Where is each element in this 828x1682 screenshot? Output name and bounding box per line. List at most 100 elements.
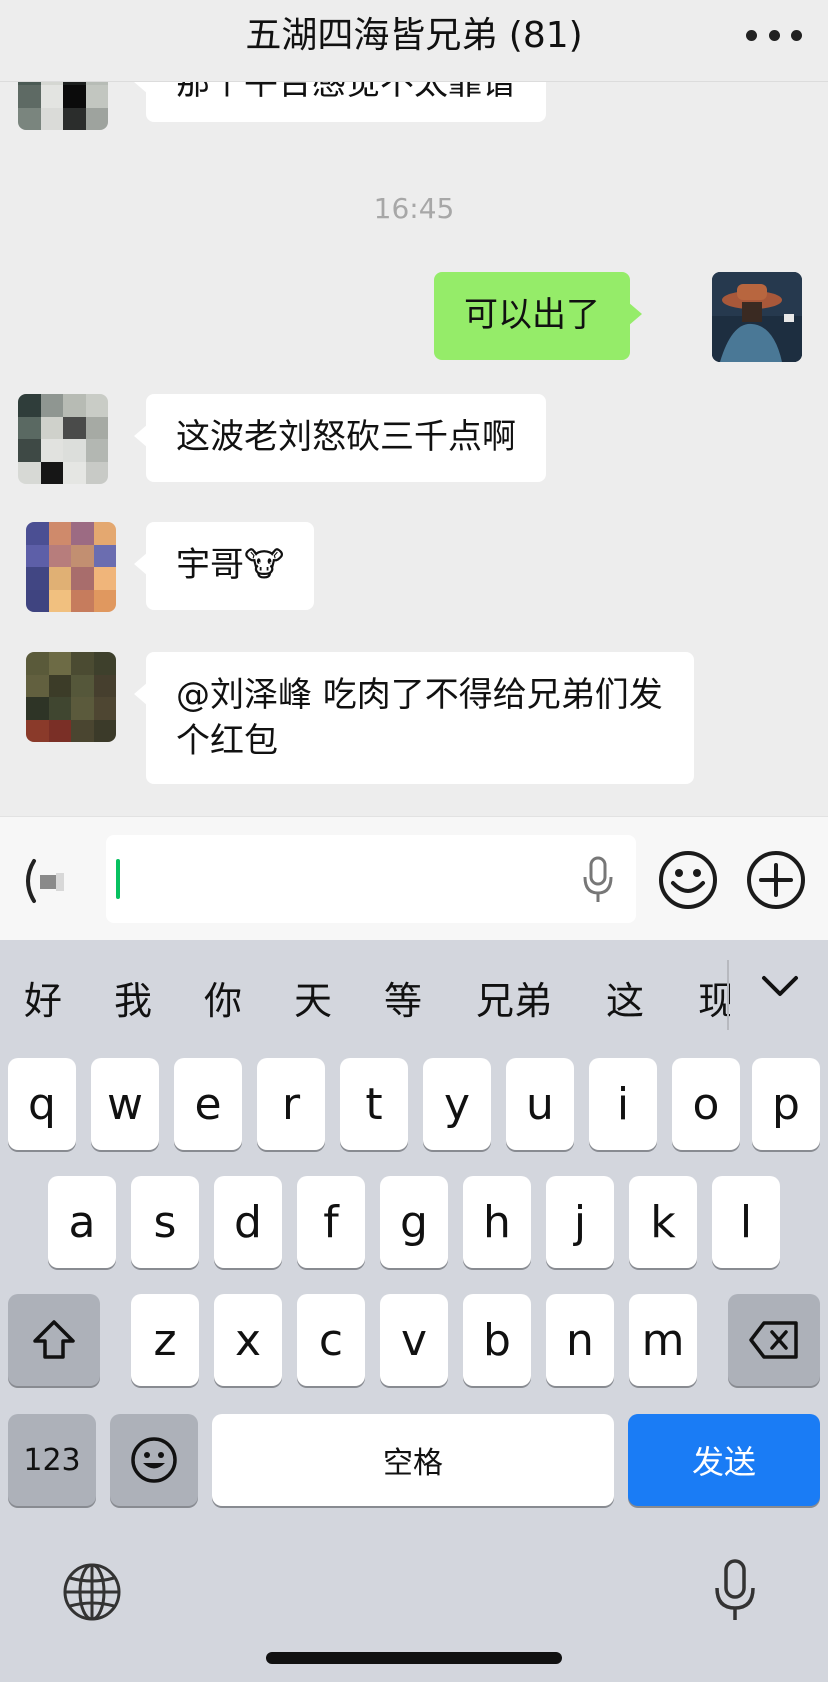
avatar-pixel [18, 107, 41, 130]
avatar-pixel [40, 416, 63, 439]
key-v[interactable]: v [380, 1294, 448, 1386]
key-h[interactable]: h [463, 1176, 531, 1268]
key-r[interactable]: r [257, 1058, 325, 1150]
avatar-pixel [93, 719, 116, 742]
avatar-pixel [63, 416, 86, 439]
chevron-down-icon[interactable] [760, 972, 800, 1002]
message-input[interactable] [106, 835, 636, 923]
key-e[interactable]: e [174, 1058, 242, 1150]
key-a[interactable]: a [48, 1176, 116, 1268]
space-key[interactable]: 空格 [212, 1414, 614, 1506]
shift-key[interactable] [8, 1294, 100, 1386]
more-dots-icon[interactable] [746, 20, 802, 50]
numbers-key[interactable]: 123 [8, 1414, 96, 1506]
emoji-key[interactable] [110, 1414, 198, 1506]
key-t[interactable]: t [340, 1058, 408, 1150]
avatar-pixel [93, 544, 116, 567]
candidate-item[interactable]: 现 [698, 970, 730, 1025]
avatar-pixel [71, 719, 94, 742]
avatar-pixel [26, 589, 49, 612]
key-l[interactable]: l [712, 1176, 780, 1268]
message-list[interactable]: 那个平台感觉不太靠谱 16:45 可以出了 这波老刘怒砍三千点啊 宇哥🐮 @刘泽… [0, 82, 828, 816]
key-u[interactable]: u [506, 1058, 574, 1150]
avatar-pixel [93, 589, 116, 612]
avatar-pixel [85, 107, 108, 130]
candidate-item[interactable]: 我 [114, 970, 152, 1025]
key-q[interactable]: q [8, 1058, 76, 1150]
candidate-item[interactable]: 等 [384, 970, 422, 1025]
key-c[interactable]: c [297, 1294, 365, 1386]
avatar-pixel [48, 522, 71, 545]
avatar-pixel [85, 461, 108, 484]
microphone-icon[interactable] [580, 855, 616, 905]
key-k[interactable]: k [629, 1176, 697, 1268]
avatar-pixel [26, 567, 49, 590]
avatar[interactable] [18, 82, 108, 130]
key-g[interactable]: g [380, 1176, 448, 1268]
message-bubble[interactable]: 那个平台感觉不太靠谱 [134, 82, 546, 122]
key-x[interactable]: x [214, 1294, 282, 1386]
key-j[interactable]: j [546, 1176, 614, 1268]
avatar-pixel [26, 544, 49, 567]
candidate-item[interactable]: 天 [294, 970, 332, 1025]
candidate-item[interactable]: 你 [204, 970, 242, 1025]
key-m[interactable]: m [629, 1294, 697, 1386]
avatar-pixel [63, 394, 86, 417]
message-bubble[interactable]: 这波老刘怒砍三千点啊 [134, 394, 546, 482]
avatar-pixel [48, 567, 71, 590]
key-d[interactable]: d [214, 1176, 282, 1268]
candidate-item[interactable]: 这 [606, 970, 644, 1025]
avatar-pixel [63, 85, 86, 108]
message-bubble[interactable]: 宇哥🐮 [133, 522, 315, 610]
candidate-item[interactable]: 兄弟 [476, 970, 552, 1025]
self-avatar-image [712, 272, 802, 362]
avatar-pixel [93, 697, 116, 720]
avatar-pixel [40, 85, 63, 108]
avatar[interactable] [18, 394, 108, 484]
message-row: 宇哥🐮 [0, 522, 828, 614]
key-z[interactable]: z [131, 1294, 199, 1386]
avatar[interactable] [26, 522, 116, 612]
emoji-icon[interactable] [658, 850, 718, 910]
avatar-pixel [85, 85, 108, 108]
avatar[interactable] [712, 272, 802, 362]
key-b[interactable]: b [463, 1294, 531, 1386]
avatar-pixel [40, 394, 63, 417]
candidate-item[interactable]: 好 [24, 970, 62, 1025]
send-key[interactable]: 发送 [628, 1414, 820, 1506]
timestamp: 16:45 [373, 192, 455, 225]
avatar-pixel [26, 697, 49, 720]
candidate-divider [727, 960, 729, 1030]
avatar-pixel [48, 544, 71, 567]
microphone-icon[interactable] [712, 1558, 758, 1624]
key-s[interactable]: s [131, 1176, 199, 1268]
message-bubble[interactable]: @刘泽峰 吃肉了不得给兄弟们发个红包 [134, 652, 694, 784]
message-row: 可以出了 [0, 272, 828, 364]
avatar-pixel [71, 522, 94, 545]
avatar-pixel [93, 652, 116, 675]
key-f[interactable]: f [297, 1176, 365, 1268]
avatar-pixel [18, 439, 41, 462]
key-w[interactable]: w [91, 1058, 159, 1150]
globe-icon[interactable] [62, 1562, 122, 1622]
message-row: 那个平台感觉不太靠谱 [0, 82, 828, 138]
key-y[interactable]: y [423, 1058, 491, 1150]
avatar-pixel [26, 719, 49, 742]
plus-icon[interactable] [746, 850, 806, 910]
key-o[interactable]: o [672, 1058, 740, 1150]
key-i[interactable]: i [589, 1058, 657, 1150]
avatar-pixel [93, 522, 116, 545]
key-p[interactable]: p [752, 1058, 820, 1150]
key-n[interactable]: n [546, 1294, 614, 1386]
shift-arrow-icon [33, 1320, 75, 1359]
voice-toggle-icon[interactable] [20, 855, 66, 907]
message-row: 这波老刘怒砍三千点啊 [0, 394, 828, 486]
message-bubble[interactable]: 可以出了 [434, 272, 642, 360]
backspace-icon [749, 1321, 798, 1359]
avatar[interactable] [26, 652, 116, 742]
avatar-pixel [71, 674, 94, 697]
avatar-pixel [40, 439, 63, 462]
backspace-key[interactable] [728, 1294, 820, 1386]
avatar-pixel [71, 567, 94, 590]
avatar-pixel [63, 107, 86, 130]
